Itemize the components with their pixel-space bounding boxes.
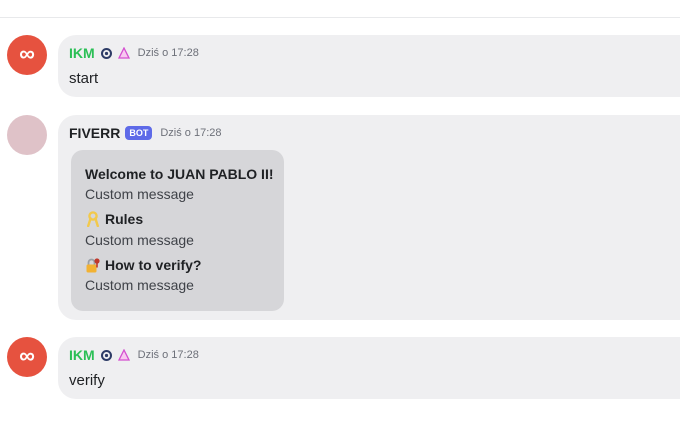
embed-verify-title: How to verify? xyxy=(105,257,202,273)
message-bubble: FIVERR BOT Dziś o 17:28 Welcome to JUAN … xyxy=(58,115,680,320)
bot-embed: Welcome to JUAN PABLO II! Custom message… xyxy=(71,150,284,311)
bot-badge: BOT xyxy=(125,126,153,140)
message-text: verify xyxy=(69,372,105,389)
message-header: FIVERR BOT Dziś o 17:28 xyxy=(69,125,222,141)
avatar[interactable] xyxy=(7,115,47,155)
embed-verify-field: How to verify? xyxy=(85,257,201,273)
infinity-icon: ∞ xyxy=(19,343,35,368)
headset-badge-icon xyxy=(100,47,113,60)
embed-rules-desc: Custom message xyxy=(85,232,194,248)
timestamp: Dziś o 17:28 xyxy=(137,349,199,361)
message-header: IKM Dziś o 17:28 xyxy=(69,45,199,61)
embed-welcome-desc: Custom message xyxy=(85,186,194,202)
triangle-badge-icon xyxy=(117,349,130,361)
timestamp: Dziś o 17:28 xyxy=(137,47,199,59)
embed-verify-desc: Custom message xyxy=(85,277,194,293)
triangle-badge-icon xyxy=(117,47,130,59)
embed-welcome-title: Welcome to JUAN PABLO II! xyxy=(85,166,274,182)
message-bubble: IKM Dziś o 17:28 verify xyxy=(58,337,680,399)
timestamp: Dziś o 17:28 xyxy=(160,127,222,139)
message-header: IKM Dziś o 17:28 xyxy=(69,347,199,363)
top-divider xyxy=(0,17,680,18)
avatar[interactable]: ∞ xyxy=(7,337,47,377)
username[interactable]: IKM xyxy=(69,347,95,363)
avatar[interactable]: ∞ xyxy=(7,35,47,75)
locked-key-icon xyxy=(86,258,100,273)
message-bubble: IKM Dziś o 17:28 start xyxy=(58,35,680,97)
ribbon-icon xyxy=(87,211,99,227)
embed-rules-field: Rules xyxy=(85,211,143,227)
headset-badge-icon xyxy=(100,349,113,362)
username[interactable]: FIVERR xyxy=(69,125,120,141)
username[interactable]: IKM xyxy=(69,45,95,61)
message-text: start xyxy=(69,70,99,87)
infinity-icon: ∞ xyxy=(19,41,35,66)
embed-rules-title: Rules xyxy=(105,211,144,227)
